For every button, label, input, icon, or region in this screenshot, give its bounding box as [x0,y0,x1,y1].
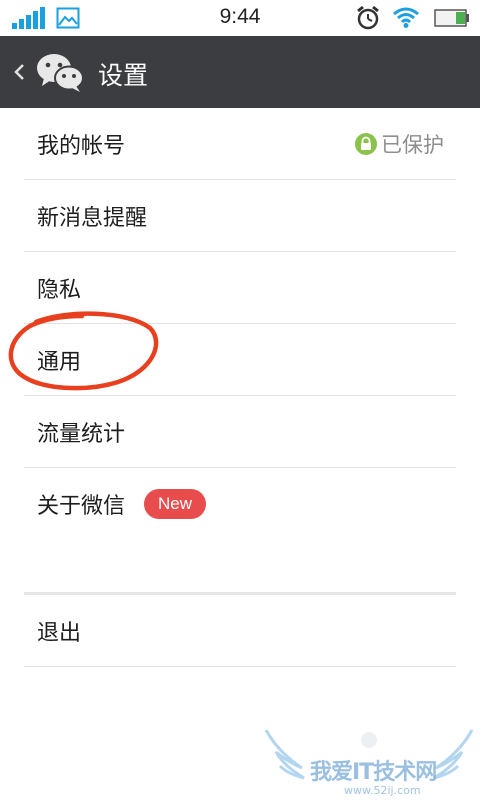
settings-item-label: 新消息提醒 [37,206,148,231]
logout-button[interactable]: 退出 [24,595,456,667]
settings-item-notifications[interactable]: 新消息提醒 [24,180,456,252]
back-chevron-icon[interactable] [10,58,28,86]
new-badge: New [144,489,207,519]
lock-icon [355,133,377,155]
annotation-circle [8,311,159,391]
status-text: 已保护 [381,133,444,157]
settings-item-label: 我的帐号 [37,134,126,159]
settings-item-label: 关于微信 [37,494,126,519]
watermark: 我爱IT技术网 www.52ij.com [258,722,480,800]
watermark-text: 我爱IT技术网 [310,760,437,785]
settings-item-label: 流量统计 [37,422,126,447]
settings-item-about[interactable]: 关于微信 New [24,468,456,540]
settings-item-data-usage[interactable]: 流量统计 [24,396,456,468]
title-bar: 设置 [0,36,480,108]
page-title: 设置 [98,61,149,90]
account-protection-status: 已保护 [355,130,444,158]
settings-item-label: 隐私 [37,278,82,303]
watermark-url: www.52ij.com [344,784,421,797]
settings-item-account[interactable]: 我的帐号 已保护 [24,108,456,180]
status-bar: 9:44 [0,0,480,36]
logout-label: 退出 [37,621,82,646]
wechat-logo-icon [37,54,84,92]
alarm-clock-icon [357,5,379,30]
logout-section: 退出 [24,592,456,667]
wifi-icon [393,7,419,28]
screen: 9:44 设置 我的帐号 已保护 新消息提醒 隐私 通用 流量统计 关于微信 N… [0,0,480,800]
battery-icon [434,9,469,27]
